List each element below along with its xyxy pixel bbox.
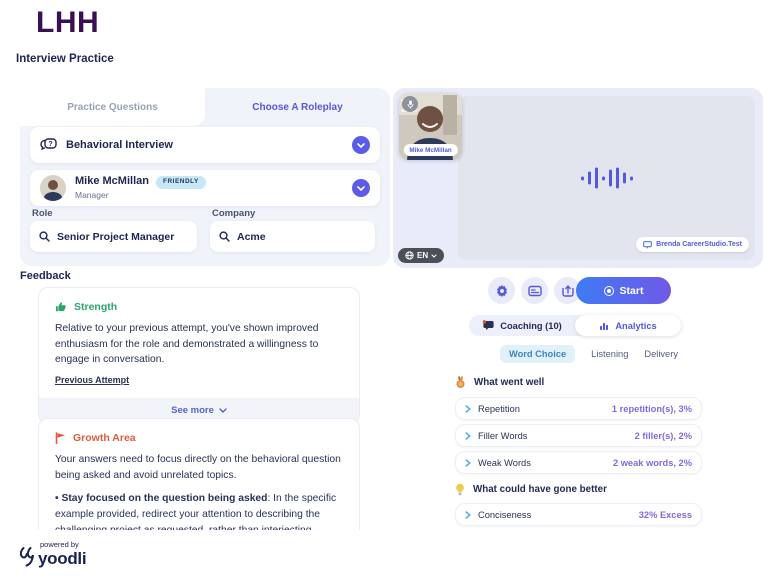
language-label: EN [417, 251, 428, 260]
gear-icon [495, 284, 509, 298]
gone-better-heading-label: What could have gone better [473, 484, 607, 495]
start-button[interactable]: Start [576, 277, 671, 304]
page-title: Interview Practice [16, 53, 114, 65]
chevron-down-icon [431, 254, 437, 258]
thumbnail-name-label: Mike McMillan [403, 144, 457, 156]
persona-title: Manager [75, 190, 206, 201]
metric-row-filler-words[interactable]: Filler Words 2 filler(s), 2% [455, 424, 702, 447]
see-more-label: See more [171, 405, 214, 416]
mic-icon [402, 96, 418, 112]
captions-icon [528, 285, 542, 297]
analytics-subtabs: Word Choice Listening Delivery [500, 343, 678, 365]
powered-by-label: powered by [40, 541, 86, 549]
metric-label: Weak Words [478, 458, 531, 468]
powered-by-yoodli: powered by yoodli [18, 541, 86, 567]
metric-label: Conciseness [478, 510, 531, 520]
video-stage: Brenda CareerStudio.Test [458, 96, 755, 260]
company-input-wrap [210, 221, 375, 252]
tab-analytics[interactable]: Analytics [575, 315, 681, 336]
roleplay-tabbar: Practice Questions Choose A Roleplay [20, 88, 390, 126]
screen-share-icon [643, 241, 652, 249]
gone-better-heading: What could have gone better [455, 483, 607, 496]
chevron-down-icon [219, 408, 227, 413]
role-input-wrap [30, 221, 197, 252]
record-icon [604, 286, 614, 296]
company-input[interactable] [237, 231, 366, 243]
roleplay-panel: Practice Questions Choose A Roleplay ? B… [20, 88, 390, 266]
scenario-label: Behavioral Interview [66, 139, 173, 151]
coach-badge-label: Brenda CareerStudio.Test [656, 241, 742, 248]
coach-badge[interactable]: Brenda CareerStudio.Test [636, 237, 749, 252]
metric-row-conciseness[interactable]: Conciseness 32% Excess [455, 503, 702, 526]
chevron-right-icon [465, 405, 471, 413]
metric-value: 2 weak words, 2% [613, 458, 692, 468]
svg-text:?: ? [48, 141, 52, 148]
tab-practice-questions[interactable]: Practice Questions [20, 88, 205, 126]
yoodli-wordmark: yoodli [38, 550, 86, 567]
tab-coaching[interactable]: Coaching (10) [469, 315, 575, 336]
growth-bullet-bold: • Stay focused on the question being ask… [55, 493, 267, 504]
persona-name: Mike McMillan [75, 175, 149, 189]
tab-coaching-label: Coaching (10) [500, 321, 561, 331]
chat-question-icon: ? [40, 138, 57, 153]
language-selector[interactable]: EN [398, 248, 444, 263]
captions-button[interactable] [521, 277, 548, 304]
start-button-label: Start [620, 285, 644, 297]
medal-icon [455, 376, 466, 389]
thumbs-up-icon [55, 301, 67, 313]
metric-value: 32% Excess [639, 510, 692, 520]
subtab-delivery[interactable]: Delivery [644, 349, 678, 359]
globe-icon [405, 251, 414, 260]
previous-attempt-link[interactable]: Previous Attempt [55, 375, 129, 385]
growth-area-card: Growth Area Your answers need to focus d… [38, 418, 360, 530]
metric-label: Repetition [478, 404, 520, 414]
strength-card: Strength Relative to your previous attem… [38, 287, 360, 424]
growth-area-card-clip: Growth Area Your answers need to focus d… [38, 418, 360, 530]
persona-chevron-down-icon[interactable] [352, 179, 370, 197]
role-input[interactable] [57, 231, 188, 243]
scenario-chevron-down-icon[interactable] [352, 136, 370, 154]
waveform-icon [581, 168, 633, 189]
feedback-mode-tabs: Coaching (10) Analytics [469, 315, 681, 336]
company-field-label: Company [212, 208, 255, 219]
search-icon [39, 231, 50, 242]
interview-practice-app: LHH Interview Practice Practice Question… [0, 0, 768, 584]
feedback-heading: Feedback [20, 270, 71, 282]
tab-analytics-label: Analytics [615, 321, 656, 331]
lhh-logo: LHH [36, 6, 99, 40]
strength-title: Strength [74, 301, 117, 313]
growth-area-body: Your answers need to focus directly on t… [39, 444, 359, 483]
role-field-label: Role [32, 208, 53, 219]
chevron-right-icon [465, 432, 471, 440]
bulb-icon [455, 483, 465, 496]
strength-body: Relative to your previous attempt, you'v… [39, 313, 359, 368]
went-well-heading-label: What went well [474, 377, 544, 388]
self-video-thumbnail[interactable]: Mike McMillan [399, 93, 462, 160]
yoodli-mark-icon [18, 545, 34, 567]
chevron-right-icon [465, 459, 471, 467]
growth-area-title: Growth Area [73, 432, 136, 444]
metric-row-weak-words[interactable]: Weak Words 2 weak words, 2% [455, 451, 702, 474]
scenario-selector[interactable]: ? Behavioral Interview [30, 127, 380, 163]
metric-label: Filler Words [478, 431, 527, 441]
persona-selector[interactable]: Mike McMillan FRIENDLY Manager [30, 170, 380, 206]
search-icon [219, 231, 230, 242]
went-well-heading: What went well [455, 376, 544, 389]
persona-avatar [40, 175, 66, 201]
analytics-icon [599, 321, 609, 331]
coaching-icon [482, 320, 494, 331]
flag-icon [55, 432, 66, 444]
tab-choose-a-roleplay[interactable]: Choose A Roleplay [205, 88, 390, 126]
friendly-badge: FRIENDLY [156, 176, 206, 189]
metric-row-repetition[interactable]: Repetition 1 repetition(s), 3% [455, 397, 702, 420]
present-icon [561, 284, 575, 298]
chevron-right-icon [465, 511, 471, 519]
metric-value: 1 repetition(s), 3% [612, 404, 692, 414]
video-stage-panel: Brenda CareerStudio.Test Mike McMillan [393, 88, 763, 268]
subtab-word-choice[interactable]: Word Choice [500, 345, 575, 363]
growth-area-bullet: • Stay focused on the question being ask… [39, 483, 359, 530]
settings-button[interactable] [488, 277, 515, 304]
metric-value: 2 filler(s), 2% [635, 431, 692, 441]
subtab-listening[interactable]: Listening [591, 349, 628, 359]
